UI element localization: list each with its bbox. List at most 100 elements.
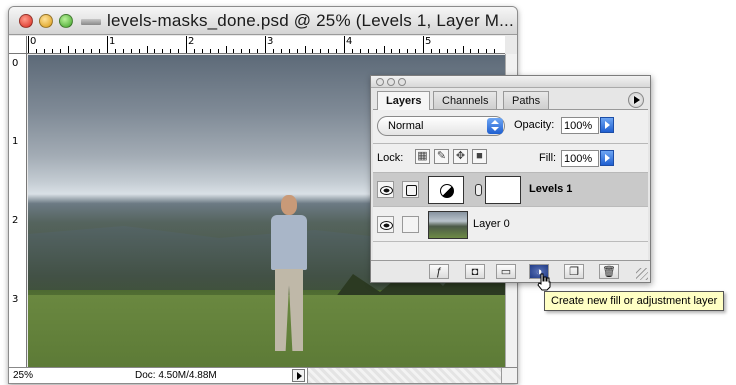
ruler-tick [67, 46, 69, 53]
ruler-label: 1 [12, 136, 19, 147]
minimize-button[interactable] [39, 14, 53, 28]
horizontal-scrollbar[interactable] [307, 368, 501, 383]
lock-position-icon[interactable]: ✥ [453, 149, 468, 164]
ruler-tick [486, 49, 488, 53]
mask-indicator-icon[interactable] [402, 216, 419, 233]
horizontal-ruler[interactable]: 0 1 2 3 4 5 [27, 36, 505, 54]
tab-channels[interactable]: Channels [433, 91, 498, 109]
ruler-tick [399, 49, 401, 53]
divider [373, 143, 648, 144]
ruler-label: 0 [30, 36, 37, 47]
ruler-tick [91, 49, 93, 53]
folder-icon: ▭ [500, 266, 512, 278]
lock-all-icon[interactable]: ■ [472, 149, 487, 164]
palette-title-bar[interactable] [371, 76, 650, 88]
ruler-tick [154, 49, 156, 53]
layer-name: Levels 1 [529, 183, 573, 195]
new-layer-button[interactable]: ❐ [564, 264, 584, 279]
ruler-tick [225, 46, 227, 53]
opacity-field[interactable]: 100% [561, 117, 599, 134]
ruler-tick [351, 49, 353, 53]
ruler-tick [446, 49, 448, 53]
adjustment-thumbnail-icon[interactable] [428, 176, 464, 204]
ruler-tick [478, 49, 480, 53]
add-mask-button[interactable]: ◘ [465, 264, 485, 279]
palette-minimize-button[interactable] [387, 78, 395, 86]
ruler-tick [383, 46, 385, 53]
link-chain-icon[interactable] [475, 184, 482, 196]
window-title: levels-masks_done.psd @ 25% (Levels 1, L… [107, 11, 514, 30]
ruler-tick [312, 49, 314, 53]
visibility-eye-icon[interactable] [377, 216, 394, 233]
resize-grip[interactable] [501, 368, 517, 383]
fill-label: Fill: [539, 152, 557, 164]
tab-paths[interactable]: Paths [503, 91, 550, 109]
tab-layers[interactable]: Layers [377, 91, 431, 110]
ruler-tick [178, 49, 180, 53]
resize-grip[interactable] [636, 268, 648, 280]
ruler-tick [336, 49, 338, 53]
ruler-label: 0 [12, 58, 19, 69]
document-proxy-icon[interactable] [81, 19, 101, 25]
zoom-button[interactable] [59, 14, 73, 28]
opacity-slider-arrow-icon[interactable] [600, 117, 614, 133]
palette-zoom-button[interactable] [398, 78, 406, 86]
visibility-eye-icon[interactable] [377, 181, 394, 198]
blend-mode-select[interactable]: Normal [377, 116, 505, 136]
new-group-button[interactable]: ▭ [496, 264, 516, 279]
palette-menu-icon[interactable] [628, 92, 644, 108]
select-arrows-icon [487, 118, 503, 134]
person-figure [263, 195, 313, 371]
ruler-tick [265, 36, 266, 53]
ruler-tick [99, 49, 101, 53]
ruler-tick [415, 49, 417, 53]
ruler-tick [209, 49, 211, 53]
layer-name: Layer 0 [473, 218, 510, 230]
layer-row-levels-1[interactable]: Levels 1 [373, 173, 648, 207]
ruler-tick [83, 49, 85, 53]
ruler-tick [430, 49, 432, 53]
ruler-label: 2 [188, 36, 195, 47]
ruler-tick [241, 49, 243, 53]
fill-field[interactable]: 100% [561, 150, 599, 167]
ruler-label: 2 [12, 215, 19, 226]
opacity-label: Opacity: [514, 119, 555, 131]
fill-slider-arrow-icon[interactable] [600, 150, 614, 166]
palette-body: Normal Opacity: 100% Lock: ▦ ✎ ✥ ■ Fill:… [373, 109, 648, 260]
ruler-tick [193, 49, 195, 53]
ruler-tick [186, 36, 187, 53]
mask-indicator-icon[interactable] [402, 181, 419, 198]
lock-image-icon[interactable]: ✎ [434, 149, 449, 164]
doc-size: Doc: 4.50M/4.88M [135, 370, 217, 381]
ruler-tick [130, 49, 132, 53]
close-button[interactable] [19, 14, 33, 28]
ruler-tick [407, 49, 409, 53]
layer-mask-thumbnail[interactable] [485, 176, 521, 204]
ruler-tick [375, 49, 377, 53]
mask-icon: ◘ [471, 266, 479, 278]
palette-footer: ƒ ◘ ▭ ◑ ❐ 🗑 [371, 260, 650, 282]
layers-palette: Layers Channels Paths Normal Opacity: 10… [370, 75, 651, 283]
status-bar: 25% Doc: 4.50M/4.88M [9, 367, 517, 383]
ruler-tick [249, 49, 251, 53]
tooltip: Create new fill or adjustment layer [544, 291, 725, 311]
title-bar[interactable]: levels-masks_done.psd @ 25% (Levels 1, L… [9, 7, 517, 35]
ruler-tick [367, 49, 369, 53]
ruler-tick [296, 49, 298, 53]
layer-style-button[interactable]: ƒ [429, 264, 449, 279]
delete-layer-button[interactable]: 🗑 [599, 264, 619, 279]
palette-close-button[interactable] [376, 78, 384, 86]
status-menu-arrow-icon[interactable] [292, 369, 305, 382]
vertical-ruler[interactable]: 0 1 2 3 [9, 54, 27, 372]
layer-row-layer-0[interactable]: Layer 0 [373, 208, 648, 242]
ruler-tick [288, 49, 290, 53]
ruler-tick [75, 49, 77, 53]
ruler-tick [201, 49, 203, 53]
lock-transparency-icon[interactable]: ▦ [415, 149, 430, 164]
ruler-label: 3 [12, 294, 19, 305]
zoom-level[interactable]: 25% [13, 370, 33, 381]
ruler-tick [344, 36, 345, 53]
ruler-label: 5 [425, 36, 432, 47]
image-thumbnail[interactable] [428, 211, 468, 239]
ruler-origin[interactable] [9, 36, 27, 54]
